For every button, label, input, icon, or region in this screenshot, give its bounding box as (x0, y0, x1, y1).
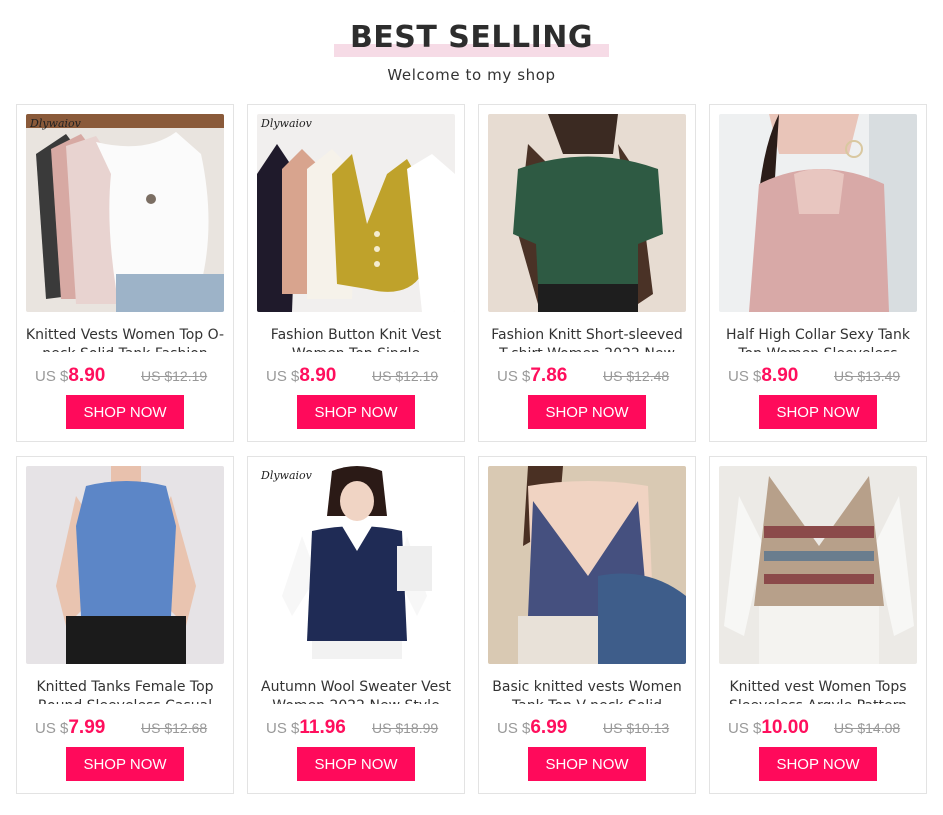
product-card[interactable]: Basic knitted vests Women Tank Top V-nec… (478, 456, 696, 794)
currency-label: US $ (35, 368, 69, 385)
current-price: US $6.99 (497, 717, 567, 739)
currency-label: US $ (497, 368, 531, 385)
shop-now-button[interactable]: SHOP NOW (297, 747, 415, 781)
product-title[interactable]: Autumn Wool Sweater Vest Women 2022 New … (256, 678, 456, 704)
product-card[interactable]: Dlywaiov Fashion Button Knit Vest Women … (247, 104, 465, 442)
current-price: US $11.96 (266, 717, 346, 739)
current-price: US $10.00 (728, 717, 809, 739)
price-row: US $6.99 US $10.13 (479, 713, 695, 739)
product-image[interactable] (719, 466, 917, 664)
blue-knit-tank-photo (26, 466, 224, 664)
price-amount: 7.86 (530, 365, 568, 386)
price-row: US $8.90 US $12.19 (17, 361, 233, 387)
shop-now-button[interactable]: SHOP NOW (759, 395, 877, 429)
currency-label: US $ (266, 368, 300, 385)
product-image[interactable] (719, 114, 917, 312)
price-row: US $7.86 US $12.48 (479, 361, 695, 387)
green-knit-tee-photo (488, 114, 686, 312)
shop-now-button[interactable]: SHOP NOW (66, 395, 184, 429)
price-row: US $8.90 US $13.49 (710, 361, 926, 387)
price-amount: 8.90 (68, 365, 106, 386)
original-price: US $12.68 (141, 720, 208, 736)
product-image[interactable]: Dlywaiov (257, 114, 455, 312)
product-title[interactable]: Knitted Vests Women Top O-neck Solid Tan… (25, 326, 225, 352)
brand-watermark: Dlywaiov (261, 469, 312, 482)
pink-sheer-tank-photo (719, 114, 917, 312)
product-image[interactable] (26, 466, 224, 664)
original-price: US $18.99 (372, 720, 439, 736)
button-knit-vest-photo (257, 114, 455, 312)
shop-now-button[interactable]: SHOP NOW (297, 395, 415, 429)
product-image[interactable]: Dlywaiov (26, 114, 224, 312)
product-image[interactable]: Dlywaiov (257, 466, 455, 664)
shop-now-button[interactable]: SHOP NOW (528, 747, 646, 781)
product-image[interactable] (488, 466, 686, 664)
currency-label: US $ (266, 720, 300, 737)
product-title[interactable]: Fashion Knitt Short-sleeved T-shirt Wome… (487, 326, 687, 352)
product-card[interactable]: Dlywaiov Autumn Wool Sweater Vest Women … (247, 456, 465, 794)
product-title[interactable]: Basic knitted vests Women Tank Top V-nec… (487, 678, 687, 704)
brand-watermark: Dlywaiov (261, 117, 312, 130)
original-price: US $12.19 (372, 368, 439, 384)
argyle-sweater-vest-photo (719, 466, 917, 664)
current-price: US $8.90 (35, 365, 105, 387)
product-title[interactable]: Fashion Button Knit Vest Women Top Singl… (256, 326, 456, 352)
product-image[interactable] (488, 114, 686, 312)
white-knit-vest-photo (26, 114, 224, 312)
navy-v-neck-vest-photo (488, 466, 686, 664)
original-price: US $10.13 (603, 720, 670, 736)
section-header: BEST SELLING Welcome to my shop (0, 0, 943, 100)
current-price: US $7.99 (35, 717, 105, 739)
section-subtitle: Welcome to my shop (387, 66, 556, 84)
currency-label: US $ (497, 720, 531, 737)
navy-sweater-vest-photo (257, 466, 455, 664)
shop-now-button[interactable]: SHOP NOW (528, 395, 646, 429)
price-row: US $8.90 US $12.19 (248, 361, 464, 387)
shop-now-button[interactable]: SHOP NOW (66, 747, 184, 781)
original-price: US $12.48 (603, 368, 670, 384)
product-card[interactable]: Knitted Tanks Female Top Round Sleeveles… (16, 456, 234, 794)
price-amount: 8.90 (299, 365, 337, 386)
current-price: US $8.90 (266, 365, 336, 387)
product-card[interactable]: Dlywaiov Knitted Vests Women Top O-neck … (16, 104, 234, 442)
product-title[interactable]: Knitted Tanks Female Top Round Sleeveles… (25, 678, 225, 704)
product-card[interactable]: Knitted vest Women Tops Sleeveless Argyl… (709, 456, 927, 794)
currency-label: US $ (35, 720, 69, 737)
currency-label: US $ (728, 368, 762, 385)
product-title[interactable]: Knitted vest Women Tops Sleeveless Argyl… (718, 678, 918, 704)
product-card[interactable]: Half High Collar Sexy Tank Top Women Sle… (709, 104, 927, 442)
price-amount: 8.90 (761, 365, 799, 386)
shop-now-button[interactable]: SHOP NOW (759, 747, 877, 781)
price-amount: 6.99 (530, 717, 568, 738)
brand-watermark: Dlywaiov (30, 117, 81, 130)
original-price: US $13.49 (834, 368, 901, 384)
price-amount: 11.96 (299, 717, 346, 738)
current-price: US $8.90 (728, 365, 798, 387)
section-title: BEST SELLING (349, 20, 594, 55)
currency-label: US $ (728, 720, 762, 737)
price-amount: 7.99 (68, 717, 106, 738)
price-row: US $11.96 US $18.99 (248, 713, 464, 739)
original-price: US $12.19 (141, 368, 208, 384)
price-amount: 10.00 (761, 717, 809, 738)
current-price: US $7.86 (497, 365, 567, 387)
price-row: US $7.99 US $12.68 (17, 713, 233, 739)
price-row: US $10.00 US $14.08 (710, 713, 926, 739)
product-card[interactable]: Fashion Knitt Short-sleeved T-shirt Wome… (478, 104, 696, 442)
original-price: US $14.08 (834, 720, 901, 736)
product-title[interactable]: Half High Collar Sexy Tank Top Women Sle… (718, 326, 918, 352)
